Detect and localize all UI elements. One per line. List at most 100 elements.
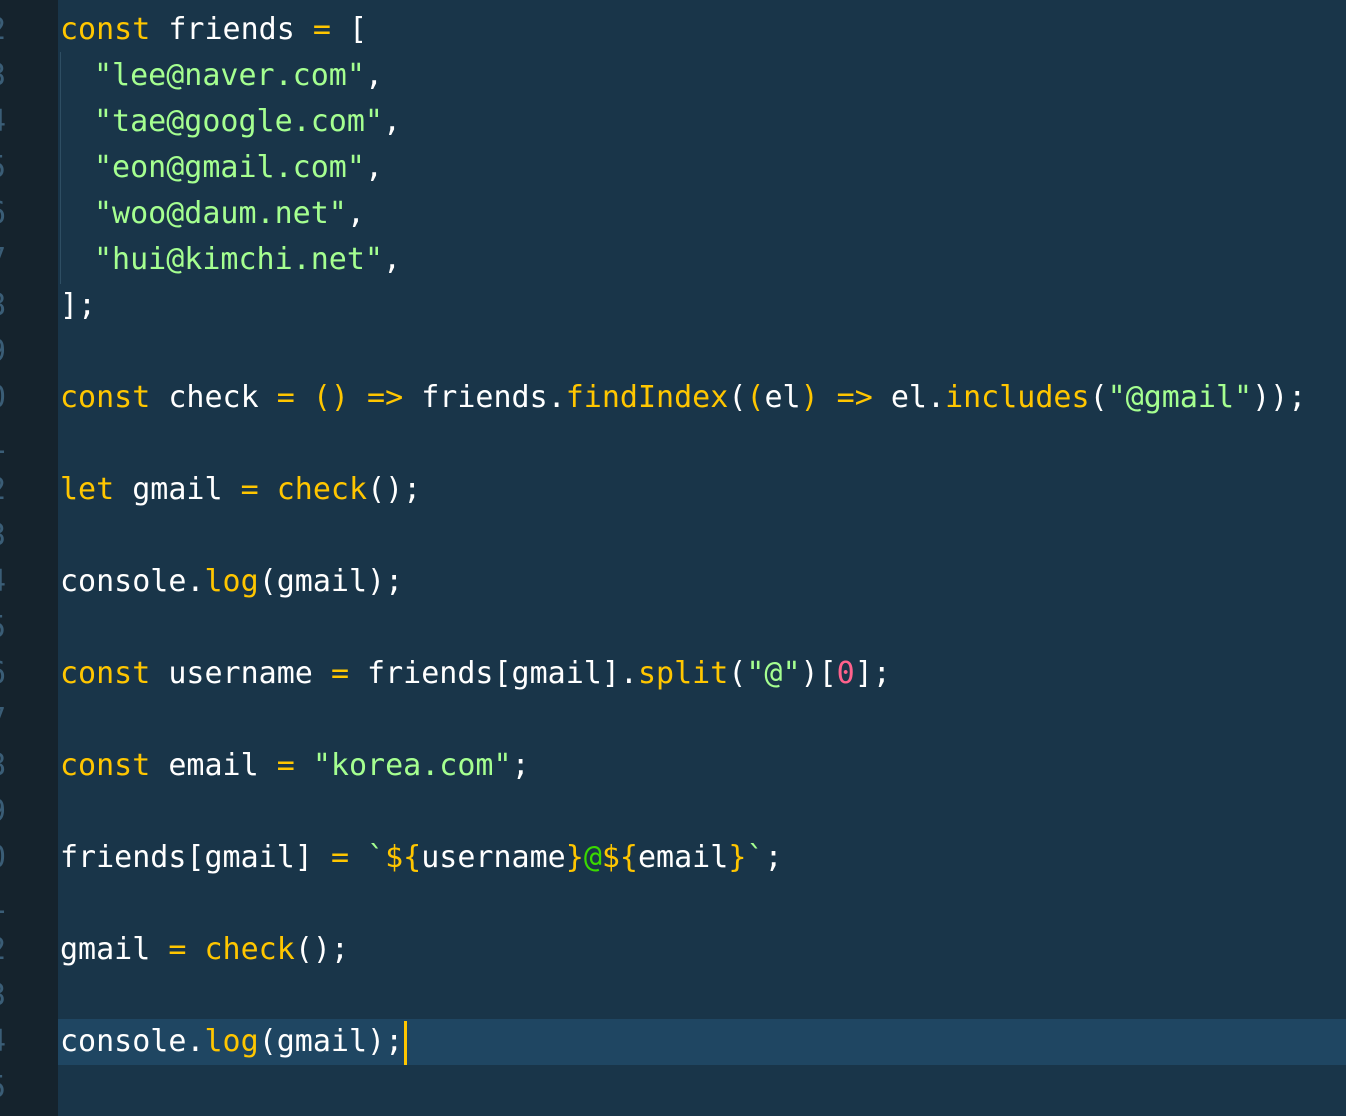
line-number: 1 bbox=[0, 421, 8, 467]
string-literal: "tae@google.com" bbox=[94, 104, 383, 139]
line-number: 4 bbox=[0, 99, 8, 145]
operator: = bbox=[240, 472, 259, 507]
operator: = bbox=[330, 840, 349, 875]
line-number: 9 bbox=[0, 789, 8, 835]
punctuation: )); bbox=[1252, 380, 1307, 415]
operator: = bbox=[276, 748, 295, 783]
line-number: 6 bbox=[0, 191, 8, 237]
template-close: } bbox=[728, 840, 747, 875]
code-editor[interactable]: 2 3 4 5 6 7 8 9 0 1 2 3 4 5 6 7 8 9 0 1 … bbox=[0, 0, 1346, 1116]
line-number: 9 bbox=[0, 329, 8, 375]
text-cursor bbox=[404, 1020, 408, 1065]
code-line[interactable]: const friends = [ bbox=[60, 7, 367, 53]
comma: , bbox=[364, 150, 383, 185]
param: el bbox=[764, 380, 801, 415]
method-name: split bbox=[637, 656, 729, 691]
indent-guide bbox=[60, 52, 61, 284]
line-number: 5 bbox=[0, 605, 8, 651]
arrow-operator: => bbox=[349, 380, 404, 415]
operator: = bbox=[168, 932, 187, 967]
template-open: ${ bbox=[601, 840, 638, 875]
identifier: friends bbox=[150, 12, 313, 47]
paren: ( bbox=[728, 656, 747, 691]
punctuation: (gmail); bbox=[258, 564, 404, 599]
code-line[interactable]: console.log(gmail); bbox=[60, 559, 403, 605]
line-number: 6 bbox=[0, 651, 8, 697]
code-line[interactable]: "hui@kimchi.net", bbox=[94, 237, 401, 283]
identifier: gmail bbox=[60, 932, 169, 967]
identifier: username bbox=[150, 656, 331, 691]
line-number: 4 bbox=[0, 559, 8, 605]
punctuation: (gmail); bbox=[258, 1024, 404, 1059]
code-line[interactable]: const email = "korea.com"; bbox=[60, 743, 530, 789]
code-line[interactable]: gmail = check(); bbox=[60, 927, 349, 973]
line-number: 8 bbox=[0, 283, 8, 329]
comma: , bbox=[382, 242, 402, 277]
line-number: 5 bbox=[0, 1065, 8, 1111]
code-line[interactable]: const username = friends[gmail].split("@… bbox=[60, 651, 891, 697]
keyword: const bbox=[60, 656, 151, 691]
template-var: username bbox=[421, 840, 566, 875]
parens: () bbox=[294, 380, 349, 415]
string-literal: "eon@gmail.com" bbox=[94, 150, 365, 185]
keyword: const bbox=[60, 748, 151, 783]
code-line[interactable]: "lee@naver.com", bbox=[94, 53, 383, 99]
punctuation: ; bbox=[764, 840, 783, 875]
method-name: log bbox=[204, 1024, 259, 1059]
string-literal: "lee@naver.com" bbox=[94, 58, 365, 93]
code-line[interactable]: "eon@gmail.com", bbox=[94, 145, 383, 191]
code-line[interactable]: "woo@daum.net", bbox=[94, 191, 365, 237]
keyword: const bbox=[60, 380, 151, 415]
keyword: let bbox=[60, 472, 115, 507]
identifier: check bbox=[150, 380, 277, 415]
punctuation: (); bbox=[294, 932, 349, 967]
string-literal: "hui@kimchi.net" bbox=[94, 242, 383, 277]
line-number: 3 bbox=[0, 513, 8, 559]
punctuation: (); bbox=[367, 472, 422, 507]
template-var: email bbox=[638, 840, 729, 875]
operator: = bbox=[330, 656, 349, 691]
function-call: check bbox=[258, 472, 368, 507]
template-tick: ` bbox=[746, 840, 765, 875]
code-line-current[interactable]: console.log(gmail); bbox=[60, 1019, 408, 1065]
function-call: check bbox=[186, 932, 295, 967]
paren: ) bbox=[800, 380, 819, 415]
line-number: 4 bbox=[0, 1019, 8, 1065]
line-number: 2 bbox=[0, 927, 8, 973]
code-line[interactable]: const check = () => friends.findIndex((e… bbox=[60, 375, 1306, 421]
line-number: 3 bbox=[0, 53, 8, 99]
bracket: [ bbox=[330, 12, 368, 47]
line-number: 0 bbox=[0, 835, 8, 881]
object-ref: friends. bbox=[403, 380, 566, 415]
code-line[interactable]: friends[gmail] = `${username}@${email}`; bbox=[60, 835, 783, 881]
object-ref: console. bbox=[60, 564, 205, 599]
line-number: 3 bbox=[0, 973, 8, 1019]
comma: , bbox=[364, 58, 383, 93]
line-number: 7 bbox=[0, 237, 8, 283]
method-name: findIndex bbox=[565, 380, 729, 415]
template-text: @ bbox=[583, 840, 602, 875]
identifier: gmail bbox=[114, 472, 241, 507]
number-literal: 0 bbox=[836, 656, 855, 691]
paren: ( bbox=[1089, 380, 1108, 415]
punctuation: ]; bbox=[854, 656, 891, 691]
line-number: 2 bbox=[0, 7, 8, 53]
string-literal: "korea.com" bbox=[294, 748, 512, 783]
paren: ( bbox=[746, 380, 765, 415]
code-line[interactable]: ]; bbox=[60, 283, 96, 329]
code-line[interactable]: let gmail = check(); bbox=[60, 467, 421, 513]
string-literal: "@" bbox=[746, 656, 801, 691]
object-ref: friends[gmail] bbox=[60, 840, 331, 875]
template-close: } bbox=[565, 840, 584, 875]
object-ref: el. bbox=[872, 380, 946, 415]
operator: = bbox=[312, 12, 331, 47]
line-number: 0 bbox=[0, 375, 8, 421]
string-literal: "@gmail" bbox=[1107, 380, 1253, 415]
operator: = bbox=[276, 380, 295, 415]
paren: ( bbox=[728, 380, 747, 415]
code-line[interactable]: "tae@google.com", bbox=[94, 99, 401, 145]
identifier: email bbox=[150, 748, 277, 783]
comma: , bbox=[382, 104, 402, 139]
line-number-gutter: 2 3 4 5 6 7 8 9 0 1 2 3 4 5 6 7 8 9 0 1 … bbox=[0, 0, 58, 1116]
template-open: ${ bbox=[385, 840, 422, 875]
